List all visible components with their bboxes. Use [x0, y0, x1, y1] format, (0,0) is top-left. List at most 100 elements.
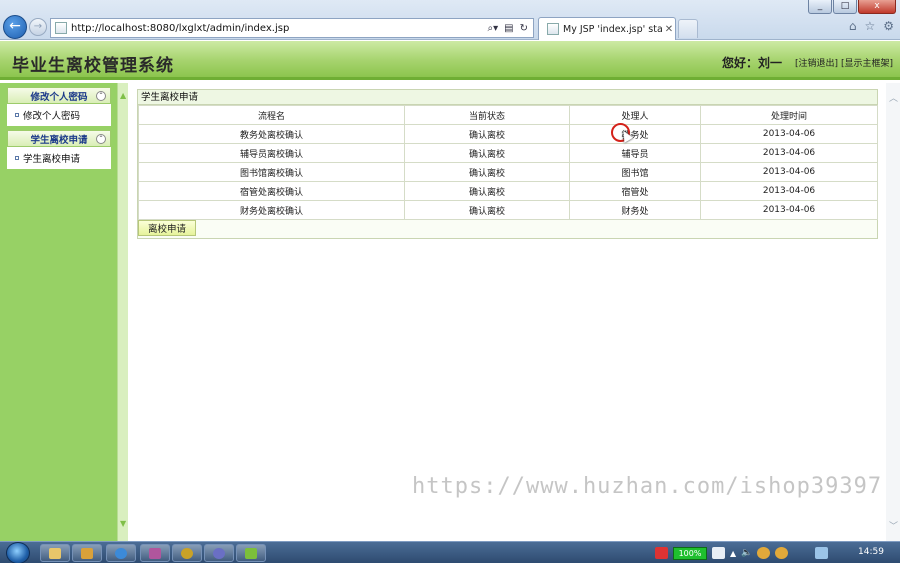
refresh-icon[interactable]: ↻: [520, 23, 528, 34]
menu-head-label: 修改个人密码: [30, 91, 88, 103]
panel-title: 学生离校申请: [138, 90, 877, 105]
back-button[interactable]: ←: [3, 15, 27, 39]
menu-item-change-password[interactable]: 修改个人密码: [7, 104, 111, 126]
table-row: 图书馆离校确认 确认离校 图书馆 2013-04-06: [138, 162, 878, 182]
show-main-frame-link[interactable]: [显示主框架]: [841, 56, 893, 69]
table-row: 宿管处离校确认 确认离校 宿管处 2013-04-06: [138, 181, 878, 201]
table-header-row: 流程名 当前状态 处理人 处理时间: [138, 105, 878, 125]
apply-leave-button[interactable]: 离校申请: [138, 220, 196, 236]
cell-handler: 宿管处: [569, 181, 701, 201]
menu-item-leave-application[interactable]: 学生离校申请: [7, 147, 111, 169]
minimize-button[interactable]: _: [808, 0, 832, 14]
taskbar-app-button[interactable]: [140, 544, 170, 562]
ie-icon: [115, 548, 127, 559]
app-icon: [149, 548, 161, 559]
qq-icon[interactable]: [775, 547, 789, 559]
favorites-star-icon[interactable]: ☆: [864, 19, 875, 33]
menu-item-label: 学生离校申请: [23, 154, 81, 165]
address-url[interactable]: http://localhost:8080/lxglxt/admin/index…: [71, 23, 488, 34]
table-row: 辅导员离校确认 确认离校 辅导员 2013-04-06: [138, 143, 878, 163]
sidebar: 修改个人密码 ⌃ 修改个人密码 学生离校申请 ⌃ 学生离校申请: [0, 83, 117, 541]
cell-status: 确认离校: [404, 181, 570, 201]
menu-head-password[interactable]: 修改个人密码 ⌃: [7, 87, 111, 104]
taskbar-ie-button[interactable]: [106, 544, 136, 562]
watermark: https://www.huzhan.com/ishop39397: [412, 474, 883, 499]
browser-chrome: _ □ x ← → http://localhost:8080/lxglxt/a…: [0, 0, 900, 40]
taskbar-app-button[interactable]: [72, 544, 102, 562]
column-header: 处理时间: [700, 105, 878, 125]
page-header: 毕业生离校管理系统 您好：刘一 [注销退出] [显示主框架]: [0, 41, 900, 80]
search-icon[interactable]: ⌕▾: [488, 23, 499, 34]
browser-tab[interactable]: My JSP 'index.jsp' startin... ✕: [538, 17, 676, 40]
maximize-button[interactable]: □: [833, 0, 857, 14]
address-tools: ⌕▾ ▤ ↻: [488, 23, 533, 34]
arrow-right-icon: →: [33, 21, 43, 32]
menu-head-leave[interactable]: 学生离校申请 ⌃: [7, 130, 111, 147]
qq-icon[interactable]: [757, 547, 771, 559]
cell-time: 2013-04-06: [700, 162, 878, 182]
forward-button[interactable]: →: [29, 18, 47, 36]
cell-process: 教务处离校确认: [138, 124, 405, 144]
browser-tools: ⌂ ☆ ⚙: [849, 19, 894, 33]
collapse-icon[interactable]: ⌃: [96, 91, 106, 101]
content-frame: 学生离校申请 流程名 当前状态 处理人 处理时间 教务处离校确认 确认离校 教务…: [128, 83, 886, 541]
collapse-icon[interactable]: ⌃: [96, 134, 106, 144]
volume-icon[interactable]: 🔈: [741, 548, 752, 558]
splitter-arrow-icon[interactable]: ▲: [120, 91, 126, 100]
leave-application-panel: 学生离校申请 流程名 当前状态 处理人 处理时间 教务处离校确认 确认离校 教务…: [137, 89, 878, 239]
cell-time: 2013-04-06: [700, 181, 878, 201]
tray-app-icon[interactable]: [655, 547, 668, 559]
cell-time: 2013-04-06: [700, 143, 878, 163]
battery-indicator[interactable]: 100%: [673, 546, 707, 560]
start-button[interactable]: [6, 542, 30, 563]
arrow-left-icon: ←: [9, 18, 21, 34]
bullet-icon: [15, 113, 19, 117]
close-window-button[interactable]: x: [858, 0, 896, 14]
process-table: 流程名 当前状态 处理人 处理时间 教务处离校确认 确认离校 教务处 2013-…: [138, 105, 878, 220]
scroll-down-icon[interactable]: ﹀: [889, 519, 898, 532]
cell-process: 图书馆离校确认: [138, 162, 405, 182]
app-icon: [181, 548, 193, 559]
splitter-arrow-icon[interactable]: ▼: [120, 519, 126, 528]
frame-splitter[interactable]: ▲ ▼: [117, 83, 128, 541]
cell-status: 确认离校: [404, 124, 570, 144]
table-row: 财务处离校确认 确认离校 财务处 2013-04-06: [138, 200, 878, 220]
address-bar[interactable]: http://localhost:8080/lxglxt/admin/index…: [50, 18, 534, 38]
tab-close-icon[interactable]: ✕: [663, 24, 675, 35]
taskbar-explorer-button[interactable]: [40, 544, 70, 562]
tray-expand-icon[interactable]: ▲: [730, 549, 736, 558]
column-header: 处理人: [569, 105, 701, 125]
compat-view-icon[interactable]: ▤: [504, 23, 513, 34]
folder-icon: [49, 548, 61, 559]
tab-title: My JSP 'index.jsp' startin...: [563, 23, 663, 35]
cell-handler: 财务处: [569, 200, 701, 220]
table-row: 教务处离校确认 确认离校 教务处 2013-04-06: [138, 124, 878, 144]
logout-link[interactable]: [注销退出]: [795, 56, 838, 69]
scroll-up-icon[interactable]: ︿: [889, 91, 898, 104]
cell-handler: 教务处: [569, 124, 701, 144]
column-header: 当前状态: [404, 105, 570, 125]
taskbar-clock[interactable]: 14:59: [858, 547, 884, 557]
tab-page-icon: [547, 23, 559, 35]
app-icon: [245, 548, 257, 559]
column-header: 流程名: [138, 105, 405, 125]
vertical-scrollbar[interactable]: ︿ ﹀: [886, 83, 900, 541]
gear-icon[interactable]: ⚙: [883, 19, 894, 33]
menu-group-leave: 学生离校申请 ⌃ 学生离校申请: [7, 130, 111, 169]
cell-handler: 辅导员: [569, 143, 701, 163]
menu-group-password: 修改个人密码 ⌃ 修改个人密码: [7, 87, 111, 126]
taskbar-app-button[interactable]: [172, 544, 202, 562]
home-icon[interactable]: ⌂: [849, 19, 857, 33]
taskbar: 100% ▲ 🔈 14:59: [0, 541, 900, 563]
menu-head-label: 学生离校申请: [30, 134, 88, 146]
new-tab-button[interactable]: [678, 19, 698, 38]
taskbar-app-button[interactable]: [204, 544, 234, 562]
power-icon[interactable]: [712, 547, 725, 559]
app-icon: [213, 548, 225, 559]
taskbar-app-button[interactable]: [236, 544, 266, 562]
cell-status: 确认离校: [404, 143, 570, 163]
app-icon: [81, 548, 93, 559]
network-icon[interactable]: [815, 547, 829, 559]
cell-status: 确认离校: [404, 200, 570, 220]
system-title: 毕业生离校管理系统: [12, 56, 174, 76]
